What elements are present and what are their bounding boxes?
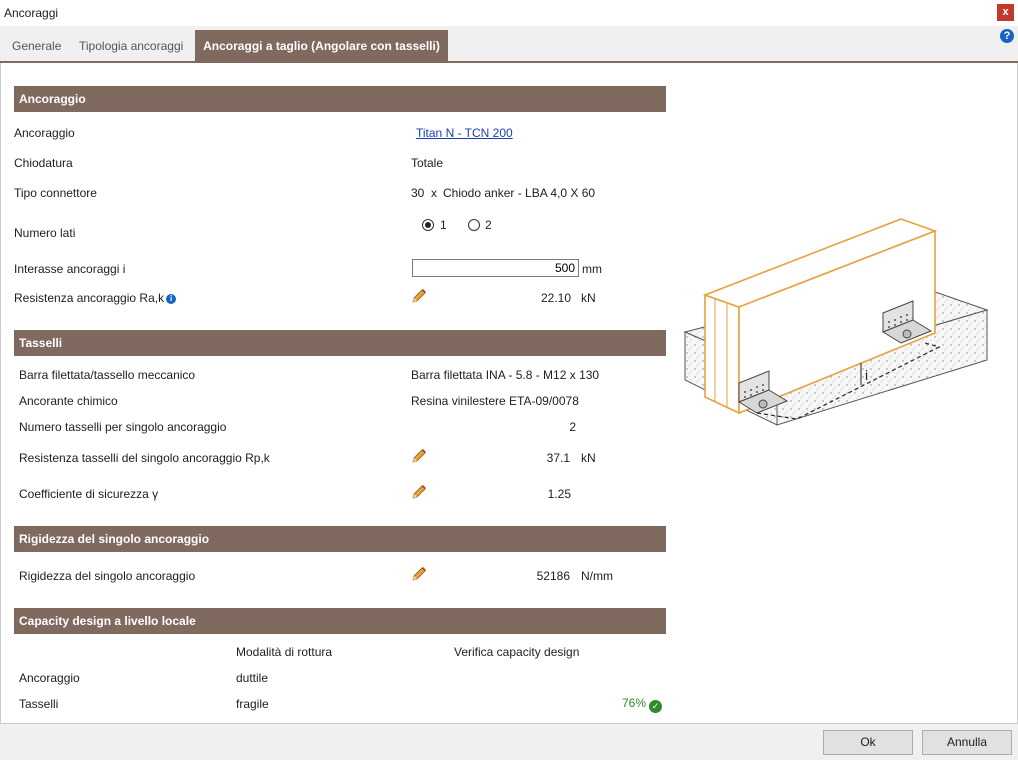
resistance-unit: kN bbox=[581, 291, 596, 305]
stiffness-value: 52186 bbox=[536, 569, 570, 583]
spacing-input[interactable] bbox=[412, 259, 579, 277]
col-header-check: Verifica capacity design bbox=[454, 645, 580, 659]
dialog-footer: Ok Annulla bbox=[0, 723, 1018, 760]
check-circle-icon: ✓ bbox=[649, 700, 663, 713]
sides-radio-1[interactable] bbox=[422, 219, 434, 231]
resistance-value: 22.10 bbox=[540, 291, 571, 305]
resistance-label: Resistenza ancoraggio Ra,k i bbox=[14, 291, 177, 305]
help-icon[interactable]: ? bbox=[1000, 29, 1014, 43]
anchor-link[interactable]: Titan N - TCN 200 bbox=[416, 126, 513, 140]
pencil-icon[interactable] bbox=[410, 447, 428, 465]
pencil-icon[interactable] bbox=[410, 565, 428, 583]
connector-value: Chiodo anker - LBA 4,0 X 60 bbox=[443, 186, 596, 200]
section-header-capacity: Capacity design a livello locale bbox=[14, 608, 666, 634]
dowel-resistance-value: 37.1 bbox=[546, 451, 570, 465]
stiffness-unit: N/mm bbox=[581, 569, 613, 583]
rod-label: Barra filettata/tassello meccanico bbox=[19, 368, 196, 382]
nailing-value: Totale bbox=[411, 156, 444, 170]
sides-radio-2[interactable] bbox=[468, 219, 480, 231]
capacity-row-name: Tasselli bbox=[19, 697, 59, 711]
section-header-tasselli: Tasselli bbox=[14, 330, 666, 356]
dowel-resistance-label: Resistenza tasselli del singolo ancoragg… bbox=[19, 451, 270, 465]
pencil-icon[interactable] bbox=[410, 287, 428, 305]
capacity-check-percent: 76% bbox=[622, 696, 647, 710]
spacing-label: Interasse ancoraggi i bbox=[14, 262, 126, 276]
resistance-label-text: Resistenza ancoraggio Ra,k bbox=[14, 291, 165, 305]
nailing-label: Chiodatura bbox=[14, 156, 73, 170]
ok-button[interactable]: Ok bbox=[823, 730, 913, 755]
chem-anchor-label: Ancorante chimico bbox=[19, 394, 118, 408]
connector-times: x bbox=[431, 186, 437, 200]
capacity-row-mode: duttile bbox=[236, 671, 269, 685]
safety-coef-label: Coefficiente di sicurezza γ bbox=[19, 487, 159, 501]
sides-label: Numero lati bbox=[14, 226, 76, 240]
tab-generale[interactable]: Generale bbox=[5, 30, 68, 63]
cancel-button[interactable]: Annulla bbox=[922, 730, 1012, 755]
dowel-count-label: Numero tasselli per singolo ancoraggio bbox=[19, 420, 227, 434]
dimension-label: i bbox=[865, 367, 868, 383]
section-header-ancoraggio: Ancoraggio bbox=[14, 86, 666, 112]
safety-coef-value: 1.25 bbox=[547, 487, 571, 501]
capacity-row-name: Ancoraggio bbox=[19, 671, 80, 685]
spacing-unit: mm bbox=[582, 262, 602, 276]
rod-value: Barra filettata INA - 5.8 - M12 x 130 bbox=[411, 368, 600, 382]
connector-label: Tipo connettore bbox=[14, 186, 97, 200]
tab-tipologia-ancoraggi[interactable]: Tipologia ancoraggi bbox=[72, 30, 190, 63]
sides-option-2-label: 2 bbox=[485, 218, 492, 232]
window-titlebar: Ancoraggi x bbox=[0, 0, 1018, 26]
section-header-rigidezza: Rigidezza del singolo ancoraggio bbox=[14, 526, 666, 552]
tab-content: Ancoraggio Ancoraggio Titan N - TCN 200 … bbox=[0, 63, 1018, 723]
tab-bar: Generale Tipologia ancoraggi Ancoraggi a… bbox=[0, 26, 1018, 63]
tab-ancoraggi-a-taglio[interactable]: Ancoraggi a taglio (Angolare con tassell… bbox=[195, 30, 448, 63]
chem-anchor-value: Resina vinilestere ETA-09/0078 bbox=[411, 394, 579, 408]
dowel-resistance-unit: kN bbox=[581, 451, 596, 465]
sides-option-1-label: 1 bbox=[440, 218, 447, 232]
info-icon[interactable]: i bbox=[166, 294, 177, 304]
anchor-illustration: i bbox=[683, 218, 989, 426]
anchor-label: Ancoraggio bbox=[14, 126, 75, 140]
stiffness-label: Rigidezza del singolo ancoraggio bbox=[19, 569, 196, 583]
pencil-icon[interactable] bbox=[410, 483, 428, 501]
col-header-mode: Modalità di rottura bbox=[236, 645, 333, 659]
capacity-check-result: 76% ✓ bbox=[622, 696, 663, 713]
window-title: Ancoraggi bbox=[4, 6, 59, 20]
close-button[interactable]: x bbox=[997, 4, 1014, 21]
connector-count: 30 bbox=[411, 186, 425, 200]
capacity-row-mode: fragile bbox=[236, 697, 269, 711]
dowel-count-value: 2 bbox=[569, 420, 576, 434]
